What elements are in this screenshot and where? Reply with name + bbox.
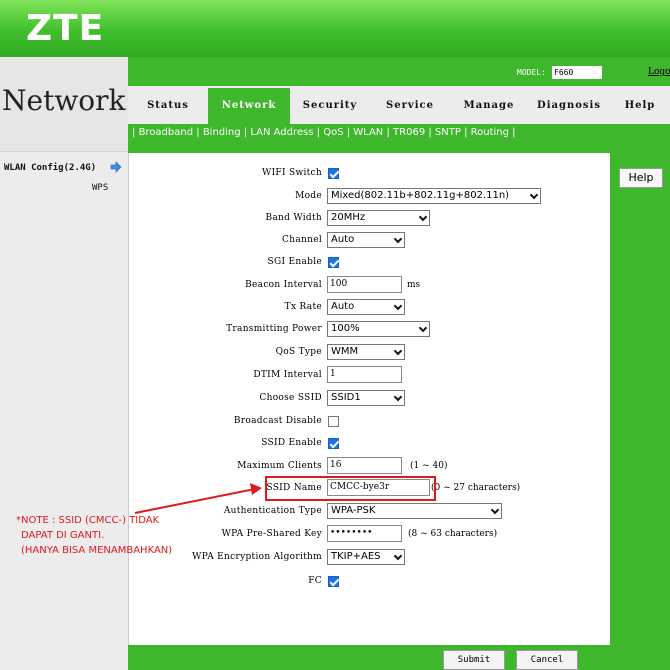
chevron-down-icon (418, 212, 428, 222)
choose-ssid-select[interactable]: SSID1 (327, 390, 405, 406)
channel-label: Channel (282, 235, 322, 245)
subnav-binding[interactable]: Binding (203, 127, 241, 138)
wpa-psk-input[interactable]: •••••••• (327, 525, 402, 542)
subnav-qos[interactable]: QoS (323, 127, 343, 138)
tx-rate-select[interactable]: Auto (327, 299, 405, 315)
qos-type-select[interactable]: WMM (327, 344, 405, 360)
dtim-interval-label: DTIM Interval (253, 370, 322, 380)
subnav-wlan[interactable]: WLAN (353, 127, 383, 138)
band-width-select[interactable]: 20MHz (327, 210, 430, 226)
choose-ssid-value: SSID1 (331, 392, 361, 403)
chevron-down-icon (418, 323, 428, 333)
mode-select[interactable]: Mixed(802.11b+802.11g+802.11n) (327, 188, 541, 204)
transmitting-power-value: 100% (331, 323, 360, 334)
chevron-down-icon (529, 190, 539, 200)
chevron-down-icon (393, 234, 403, 244)
cancel-button[interactable]: Cancel (516, 650, 578, 670)
wifi-switch-checkbox[interactable] (328, 168, 339, 179)
qos-type-label: QoS Type (275, 347, 322, 357)
fc-label: FC (308, 576, 322, 586)
authentication-type-label: Authentication Type (223, 506, 322, 516)
band-width-label: Band Width (265, 213, 322, 223)
logout-link[interactable]: Logo (648, 67, 670, 77)
tab-status[interactable]: Status (128, 88, 208, 124)
wpa-psk-label: WPA Pre-Shared Key (221, 529, 322, 539)
green-strip (128, 141, 670, 153)
ssid-name-hint: (0 ~ 27 characters) (431, 483, 521, 493)
annotation-line-1: *NOTE : SSID (CMCC-) TIDAK (16, 515, 160, 526)
subnav-lan-address[interactable]: LAN Address (250, 127, 313, 138)
tx-rate-value: Auto (331, 301, 355, 312)
arrow-right-icon (110, 161, 122, 173)
leftmenu-wps[interactable]: WPS (92, 183, 108, 193)
sgi-enable-label: SGI Enable (267, 257, 322, 267)
page-title: Network (2, 84, 126, 117)
authentication-type-value: WPA-PSK (331, 505, 376, 516)
beacon-interval-label: Beacon Interval (245, 280, 322, 290)
ssid-highlight-box (265, 476, 436, 501)
tab-help[interactable]: Help (610, 88, 670, 124)
transmitting-power-select[interactable]: 100% (327, 321, 430, 337)
annotation-line-3: (HANYA BISA MENAMBAHKAN) (21, 545, 173, 556)
ssid-enable-checkbox[interactable] (328, 438, 339, 449)
sub-navigation: | Broadband | Binding | LAN Address | Qo… (128, 124, 670, 141)
channel-select[interactable]: Auto (327, 232, 405, 248)
help-button[interactable]: Help (619, 168, 663, 188)
beacon-interval-input[interactable]: 100 (327, 276, 402, 293)
wpa-encryption-label: WPA Encryption Algorithm (192, 552, 322, 562)
wpa-encryption-value: TKIP+AES (331, 551, 381, 562)
tab-manage[interactable]: Manage (450, 88, 528, 124)
beacon-interval-unit: ms (407, 280, 421, 290)
tx-rate-label: Tx Rate (284, 302, 322, 312)
subnav-routing[interactable]: Routing (471, 127, 509, 138)
model-label: MODEL: (517, 68, 546, 77)
zte-logo: ZTE (26, 8, 105, 49)
subnav-sntp[interactable]: SNTP (435, 127, 461, 138)
subnav-broadband[interactable]: Broadband (139, 127, 194, 138)
annotation-note: *NOTE : SSID (CMCC-) TIDAK DAPAT DI GANT… (16, 513, 172, 558)
leftmenu-wlan-config[interactable]: WLAN Config(2.4G) (4, 163, 96, 173)
choose-ssid-label: Choose SSID (259, 393, 322, 403)
tab-network[interactable]: Network (208, 88, 290, 124)
wpa-psk-hint: (8 ~ 63 characters) (408, 529, 498, 539)
tab-diagnosis[interactable]: Diagnosis (528, 88, 610, 124)
chevron-down-icon (393, 392, 403, 402)
annotation-line-2: DAPAT DI GANTI. (21, 530, 105, 541)
chevron-down-icon (393, 346, 403, 356)
wpa-encryption-select[interactable]: TKIP+AES (327, 549, 405, 565)
dtim-interval-input[interactable]: 1 (327, 366, 402, 383)
chevron-down-icon (393, 551, 403, 561)
band-width-value: 20MHz (331, 212, 366, 223)
help-column (610, 153, 670, 670)
broadcast-disable-label: Broadcast Disable (233, 416, 322, 426)
channel-value: Auto (331, 234, 355, 245)
qos-type-value: WMM (331, 346, 359, 357)
chevron-down-icon (393, 301, 403, 311)
maximum-clients-hint: (1 ~ 40) (410, 461, 448, 471)
tab-security[interactable]: Security (290, 88, 370, 124)
mode-label: Mode (295, 191, 322, 201)
subnav-tr069[interactable]: TR069 (393, 127, 425, 138)
mode-value: Mixed(802.11b+802.11g+802.11n) (331, 190, 510, 201)
model-value: F660 (552, 66, 602, 79)
submit-button[interactable]: Submit (443, 650, 505, 670)
sgi-enable-checkbox[interactable] (328, 257, 339, 268)
maximum-clients-input[interactable]: 16 (327, 457, 402, 474)
tab-service[interactable]: Service (370, 88, 450, 124)
wifi-switch-label: WIFI Switch (262, 168, 322, 178)
chevron-down-icon (490, 505, 500, 515)
broadcast-disable-checkbox[interactable] (328, 416, 339, 427)
fc-checkbox[interactable] (328, 576, 339, 587)
transmitting-power-label: Transmitting Power (226, 324, 322, 334)
ssid-enable-label: SSID Enable (261, 438, 322, 448)
authentication-type-select[interactable]: WPA-PSK (327, 503, 502, 519)
maximum-clients-label: Maximum Clients (237, 461, 322, 471)
